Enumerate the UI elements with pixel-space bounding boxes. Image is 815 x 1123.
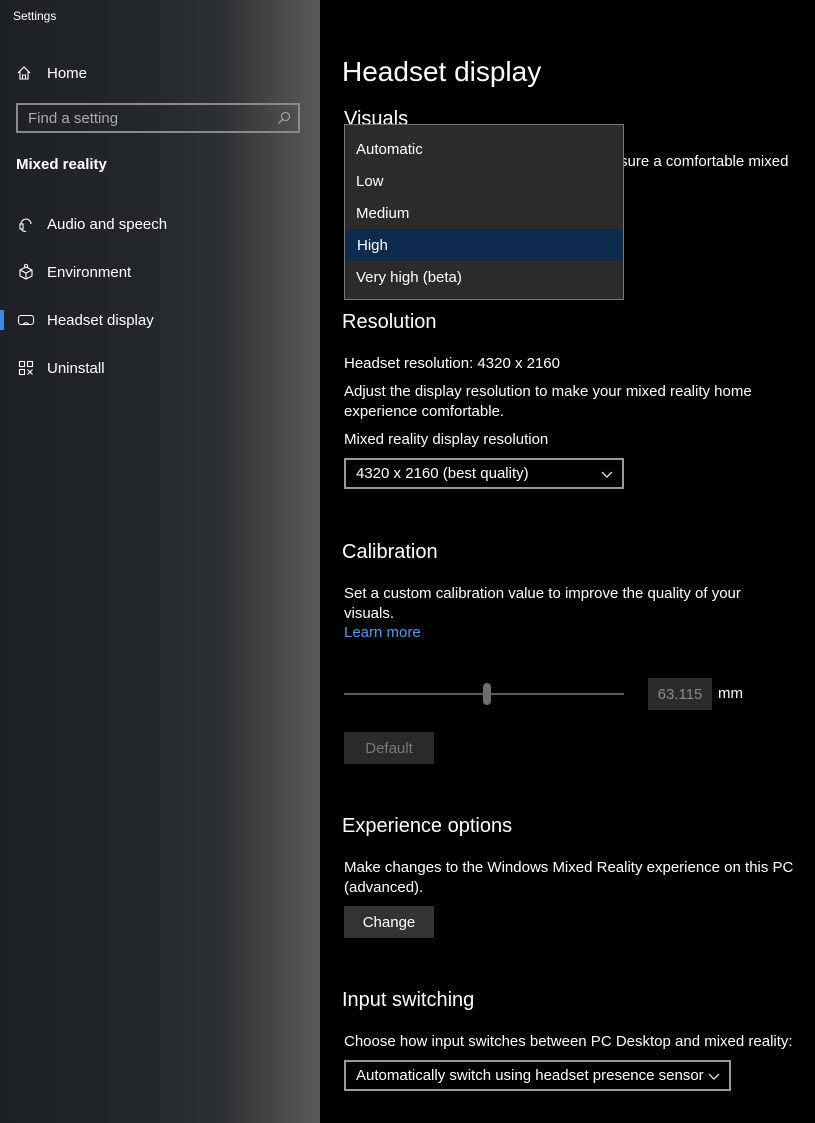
sidebar-item-label: Headset display [47, 311, 154, 329]
sidebar-item-uninstall[interactable]: Uninstall [0, 348, 320, 388]
headset-icon [16, 313, 36, 327]
calibration-value-input[interactable]: 63.115 [648, 678, 712, 710]
experience-options-heading: Experience options [342, 815, 513, 837]
active-indicator [0, 310, 4, 330]
home-link[interactable]: Home [16, 62, 87, 84]
app-title: Settings [13, 9, 57, 23]
page-title: Headset display [342, 56, 542, 87]
section-title: Mixed reality [16, 156, 107, 173]
input-switching-heading: Input switching [342, 989, 475, 1011]
search-box[interactable]: Find a setting [16, 103, 300, 133]
resolution-select-value: 4320 x 2160 (best quality) [356, 465, 529, 482]
search-input[interactable]: Find a setting [18, 110, 270, 127]
sidebar: Settings Home Find a setting Mixed reali… [0, 0, 320, 1123]
default-button[interactable]: Default [344, 732, 434, 764]
sidebar-item-headset-display[interactable]: Headset display [0, 300, 320, 340]
resolution-select-label: Mixed reality display resolution [344, 431, 549, 448]
sidebar-item-label: Audio and speech [47, 215, 168, 233]
dropdown-option-automatic[interactable]: Automatic [345, 133, 623, 165]
experience-description: Make changes to the Windows Mixed Realit… [344, 859, 794, 896]
change-button[interactable]: Change [344, 906, 434, 938]
dropdown-option-medium[interactable]: Medium [345, 197, 623, 229]
sidebar-item-label: Environment [47, 263, 132, 281]
environment-icon [16, 263, 36, 281]
dropdown-option-high[interactable]: High [346, 229, 622, 261]
chevron-down-icon [708, 1073, 720, 1080]
uninstall-icon [16, 360, 36, 376]
resolution-select[interactable]: 4320 x 2160 (best quality) [344, 458, 624, 489]
visuals-description-partial: sure a comfortable mixed [620, 153, 789, 170]
input-switching-select[interactable]: Automatically switch using headset prese… [344, 1060, 731, 1091]
headset-mic-icon [16, 215, 36, 233]
headset-resolution-text: Headset resolution: 4320 x 2160 [344, 355, 560, 372]
calibration-description: Set a custom calibration value to improv… [344, 585, 741, 622]
calibration-heading: Calibration [342, 541, 438, 563]
dropdown-option-low[interactable]: Low [345, 165, 623, 197]
sidebar-item-environment[interactable]: Environment [0, 252, 320, 292]
resolution-heading: Resolution [342, 311, 437, 333]
dropdown-option-very-high-beta[interactable]: Very high (beta) [345, 261, 623, 293]
calibration-slider-thumb[interactable] [482, 683, 491, 705]
home-icon [17, 66, 31, 80]
calibration-unit: mm [718, 685, 743, 702]
resolution-description: Adjust the display resolution to make yo… [344, 383, 752, 420]
learn-more-link[interactable]: Learn more [344, 624, 421, 641]
sidebar-item-audio-and-speech[interactable]: Audio and speech [0, 204, 320, 244]
input-switching-description: Choose how input switches between PC Des… [344, 1033, 793, 1050]
visual-quality-dropdown-menu[interactable]: Automatic Low Medium High Very high (bet… [344, 124, 624, 300]
input-switching-select-value: Automatically switch using headset prese… [356, 1067, 704, 1084]
search-icon[interactable] [270, 111, 298, 125]
home-label: Home [47, 64, 88, 82]
calibration-value: 63.115 [657, 685, 703, 703]
sidebar-item-label: Uninstall [47, 359, 105, 377]
chevron-down-icon [601, 471, 613, 478]
